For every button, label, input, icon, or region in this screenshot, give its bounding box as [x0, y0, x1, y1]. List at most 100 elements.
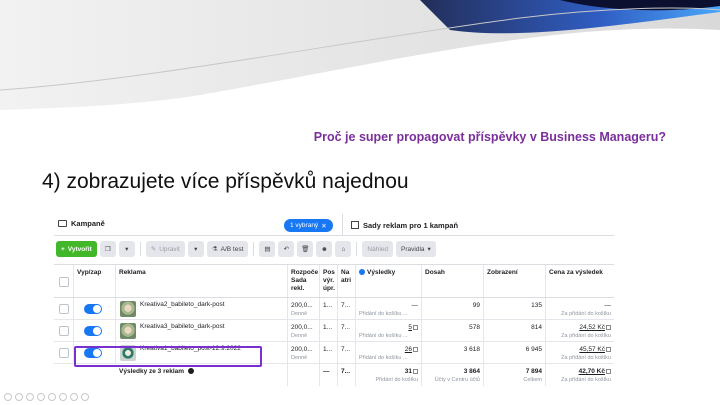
col-reach[interactable]: Dosah — [422, 265, 484, 297]
table-row[interactable]: Kreativa2_babileto_dark-post 200,0... Den… — [54, 298, 614, 320]
tab-campaigns[interactable]: Kampaně — [58, 219, 105, 228]
create-button-label: Vytvořit — [67, 245, 92, 253]
summary-impressions: 7 894 — [525, 368, 542, 375]
budget-sub: Denně — [291, 333, 308, 339]
duplicate-dropdown[interactable]: ▾ — [118, 241, 135, 257]
more-options-icon[interactable] — [81, 393, 89, 401]
col-na[interactable]: Na atri — [338, 265, 356, 297]
edit-button[interactable]: ✎ Upravit — [145, 241, 185, 257]
slide-heading: 4) zobrazujete více příspěvků najednou — [42, 170, 409, 193]
rules-label: Pravidla — [401, 245, 425, 253]
ad-thumbnail — [120, 301, 136, 317]
pencil-icon: ✎ — [150, 246, 157, 253]
cpr-value[interactable]: 45,57 Kč — [579, 346, 605, 353]
create-button[interactable]: + Vytvořit — [56, 241, 97, 257]
people-icon: ☻ — [320, 245, 328, 253]
cpr-sub: Za přidání do košíku — [561, 311, 611, 317]
cpr-value: — — [604, 302, 612, 309]
summary-pos: — — [320, 364, 338, 386]
next-slide-icon[interactable] — [15, 393, 23, 401]
highlighter-icon[interactable] — [37, 393, 45, 401]
pos-value: 1... — [320, 320, 338, 341]
info-icon — [359, 269, 365, 276]
folder-icon — [58, 220, 67, 227]
pos-value: 1... — [320, 342, 338, 363]
slide-subtitle: Proč je super propagovat příspěvky v Bus… — [313, 130, 666, 144]
info-icon — [187, 368, 194, 375]
calendar-icon — [413, 368, 418, 374]
budget-sub: Denně — [291, 311, 308, 317]
flask-icon: ⚗ — [211, 246, 218, 253]
results-value: — — [411, 302, 419, 309]
ad-name[interactable]: Kreativa2_babileto_dark-post — [140, 301, 225, 308]
duplicate-icon: ❐ — [104, 246, 111, 253]
tag-button[interactable]: ⌂ — [335, 241, 352, 257]
summary-cpr-sub: Za přidání do košíku — [561, 377, 611, 383]
close-icon[interactable]: ✕ — [321, 222, 326, 230]
calendar-icon — [606, 346, 611, 352]
undo-button[interactable]: ↶ — [278, 241, 295, 257]
table-row[interactable]: Kreativa3_babileto_dark-post 200,0... Den… — [54, 320, 614, 342]
cpr-sub: Za přidání do košíku — [561, 333, 611, 339]
col-cost-per-result[interactable]: Cena za výsledek — [546, 265, 614, 297]
divider — [356, 242, 358, 256]
preview-button[interactable]: Náhled — [362, 241, 394, 257]
edit-dropdown[interactable]: ▾ — [187, 241, 204, 257]
summary-reach: 3 864 — [463, 368, 480, 375]
selected-count-pill[interactable]: 1 vybraný ✕ — [284, 219, 333, 232]
col-ad[interactable]: Reklama — [116, 265, 288, 297]
highlight-box — [74, 346, 262, 367]
ad-toggle[interactable] — [84, 326, 102, 336]
select-all-checkbox[interactable] — [59, 277, 69, 287]
eraser-icon[interactable] — [48, 393, 56, 401]
duplicate-button[interactable]: ❐ — [99, 241, 116, 257]
slideshow-controls — [4, 393, 89, 401]
ab-test-button[interactable]: ⚗ A/B test — [206, 241, 249, 257]
col-results[interactable]: Výsledky — [356, 265, 422, 297]
preview-button-label: Náhled — [367, 245, 389, 253]
col-impressions[interactable]: Zobrazení — [484, 265, 546, 297]
results-sub: Přidání do košíku ... — [359, 355, 408, 361]
tab-bar: Kampaně 1 vybraný ✕ Sady reklam pro 1 ka… — [54, 214, 614, 236]
pos-value: 1... — [320, 298, 338, 319]
col-budget[interactable]: Rozpoče Sada rekl. — [288, 265, 320, 297]
row-checkbox[interactable] — [59, 304, 69, 314]
audience-button[interactable]: ☻ — [316, 241, 333, 257]
chevron-down-icon: ▾ — [194, 246, 198, 253]
prev-slide-icon[interactable] — [4, 393, 12, 401]
results-value[interactable]: 5 — [408, 324, 412, 331]
chevron-down-icon: ▾ — [427, 246, 431, 253]
tab-adsets[interactable]: Sady reklam pro 1 kampaň — [342, 214, 458, 236]
cpr-sub: Za přidání do košíku — [561, 355, 611, 361]
pen-icon[interactable] — [26, 393, 34, 401]
clipboard-icon: ▤ — [264, 246, 271, 253]
summary-reach-sub: Účty v Centru účtů — [434, 377, 480, 383]
divider — [253, 242, 255, 256]
na-value: 7... — [338, 320, 356, 341]
cpr-value[interactable]: 24,52 Kč — [579, 324, 605, 331]
row-checkbox[interactable] — [59, 326, 69, 336]
reach-value: 3 618 — [422, 342, 484, 363]
col-pos[interactable]: Pos výr. úpr. — [320, 265, 338, 297]
summary-na: 7... — [338, 364, 356, 386]
tag-icon: ⌂ — [341, 245, 346, 253]
plus-icon: + — [61, 245, 65, 253]
grid-view-icon[interactable] — [70, 393, 78, 401]
row-checkbox[interactable] — [59, 348, 69, 358]
trash-icon: 🗑 — [301, 246, 310, 253]
ad-toggle[interactable] — [84, 304, 102, 314]
adset-grid-icon — [351, 221, 359, 229]
ads-table: Vyp/zap Reklama Rozpoče Sada rekl. Pos v… — [54, 264, 614, 386]
zoom-icon[interactable] — [59, 393, 67, 401]
toolbar: + Vytvořit ❐ ▾ ✎ Upravit ▾ ⚗ A/B test ▤ … — [54, 239, 614, 259]
col-onoff[interactable]: Vyp/zap — [74, 265, 116, 297]
ad-name[interactable]: Kreativa3_babileto_dark-post — [140, 323, 225, 330]
edit-button-label: Upravit — [159, 245, 180, 253]
rules-dropdown[interactable]: Pravidla ▾ — [396, 241, 436, 257]
calendar-icon — [413, 324, 418, 330]
delete-button[interactable]: 🗑 — [297, 241, 314, 257]
undo-icon: ↶ — [283, 246, 290, 253]
clipboard-button[interactable]: ▤ — [259, 241, 276, 257]
ab-test-label: A/B test — [220, 245, 244, 253]
results-value[interactable]: 26 — [405, 346, 412, 353]
